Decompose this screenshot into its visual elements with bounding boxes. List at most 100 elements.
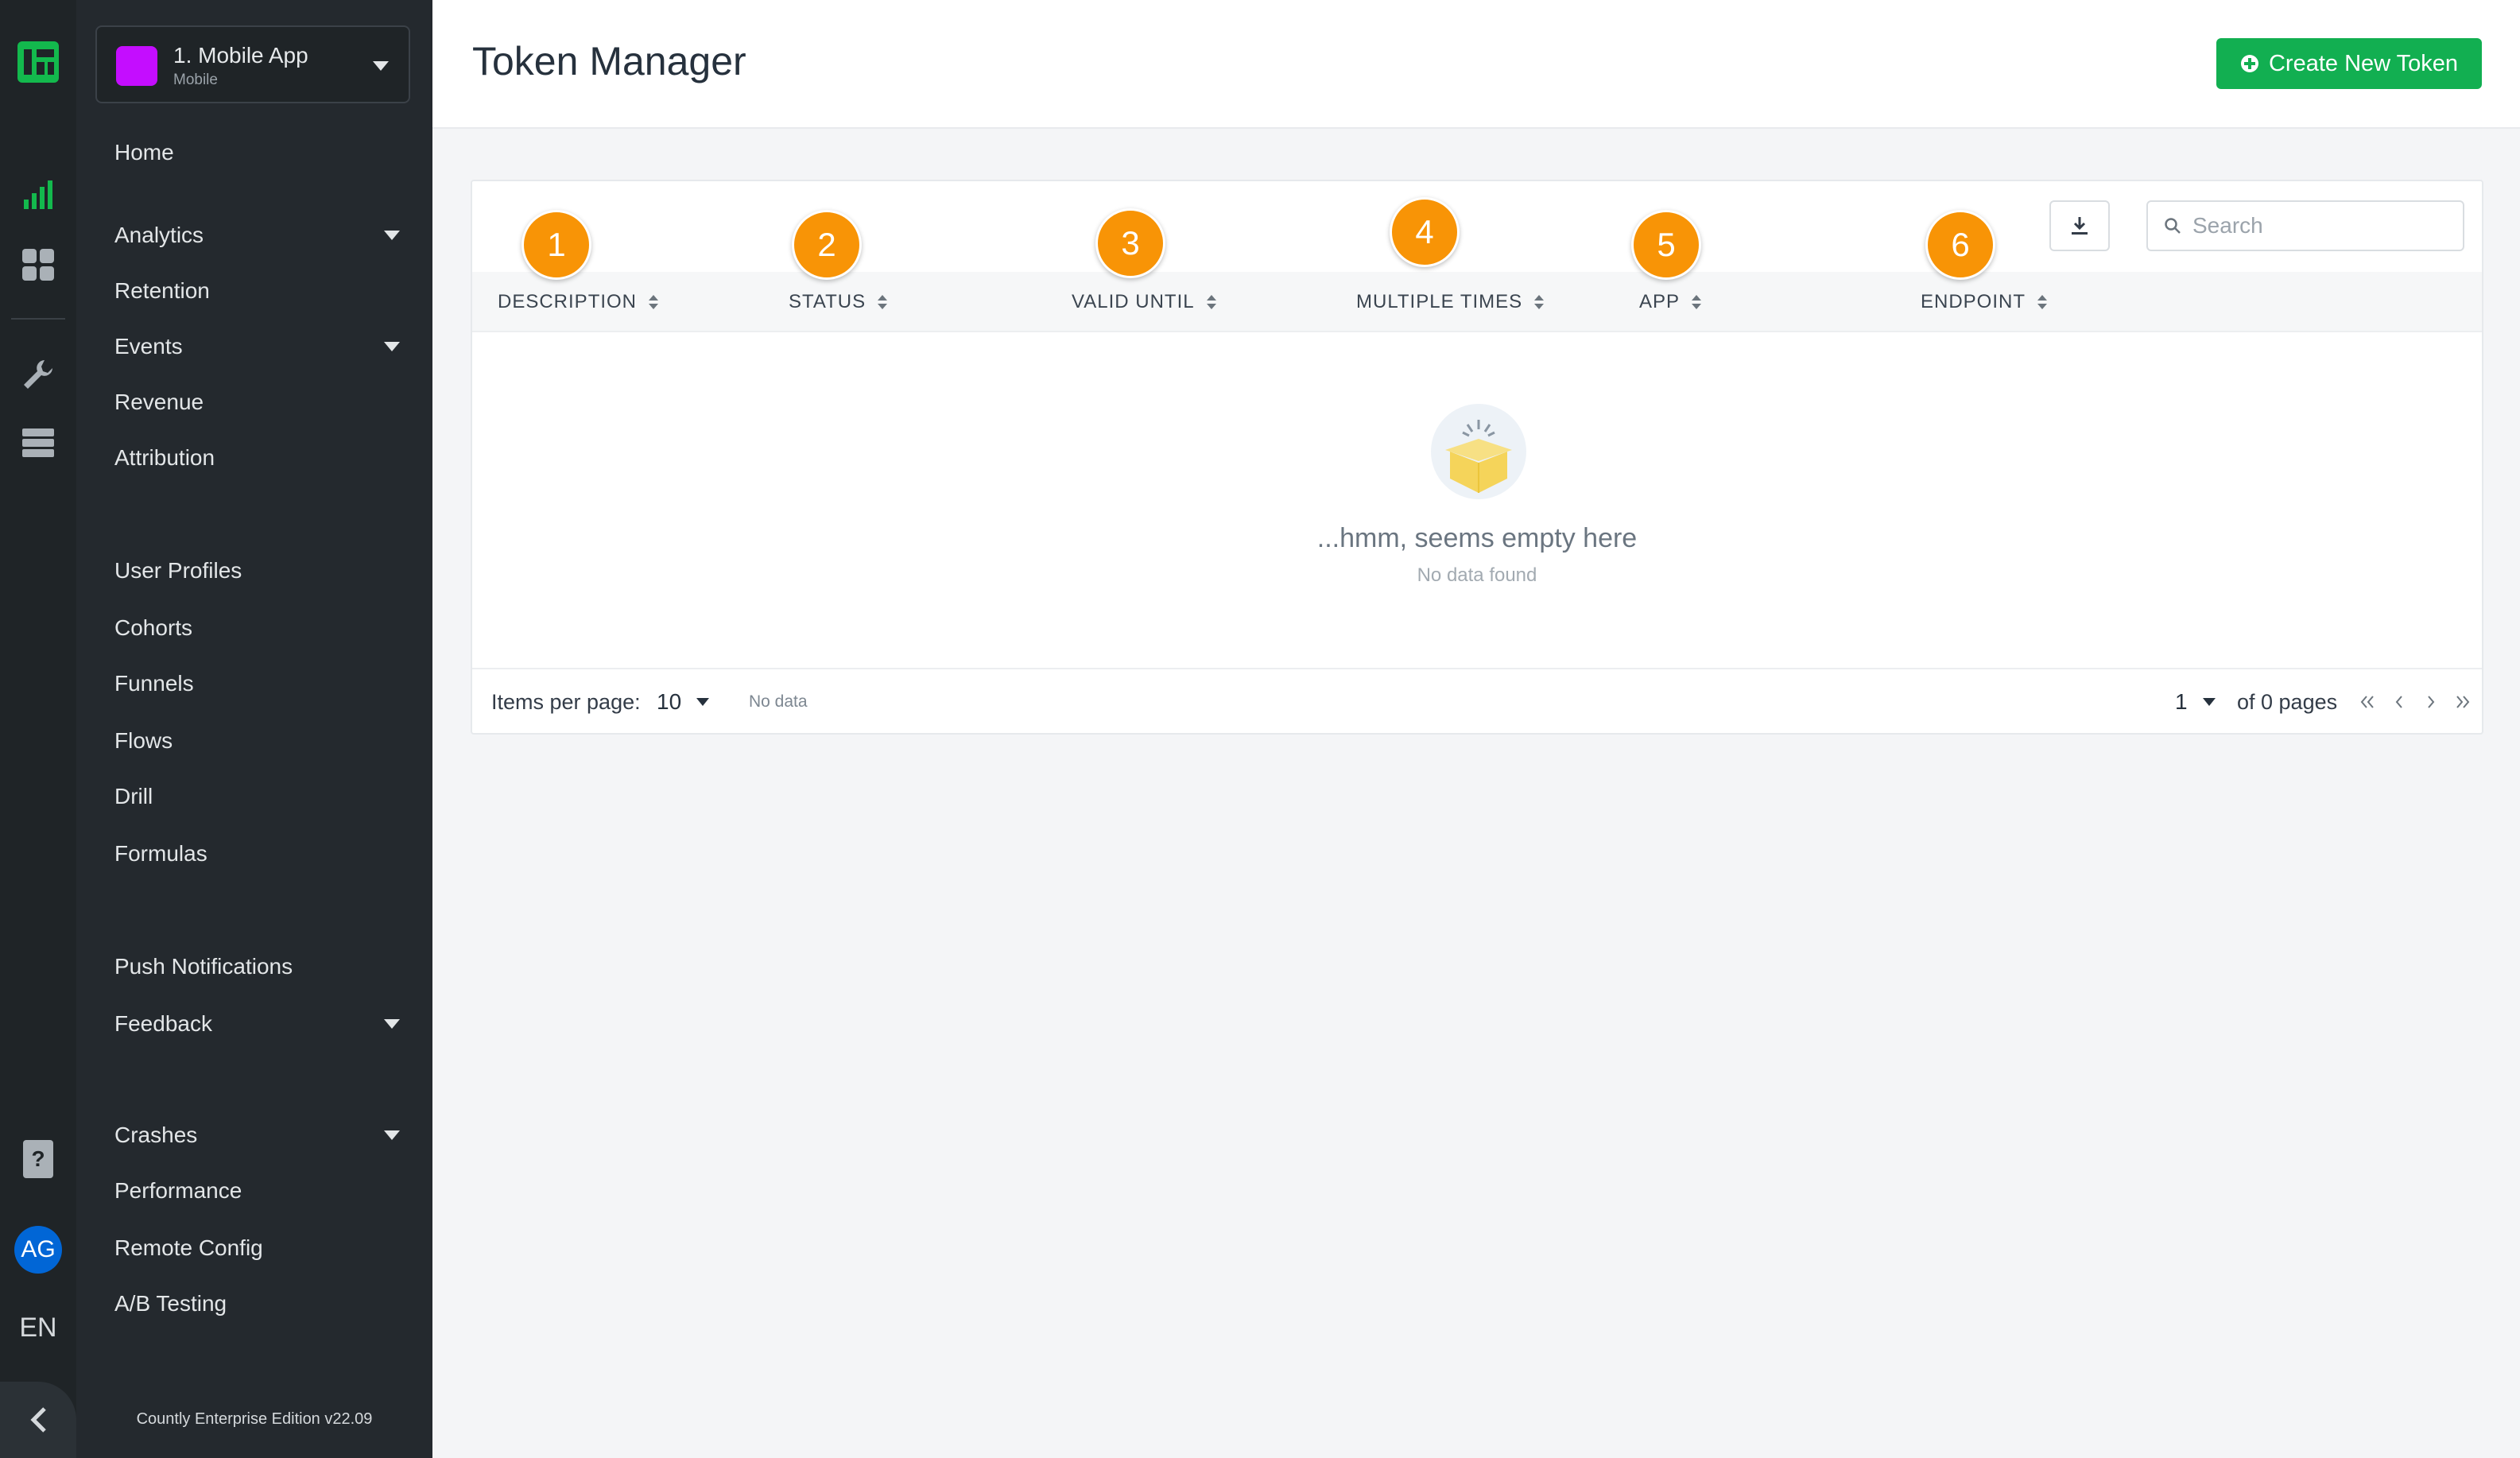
column-number-badge: 1	[521, 210, 591, 280]
sidebar-item-revenue[interactable]: Revenue	[114, 383, 401, 421]
page-value: 1	[2175, 689, 2188, 714]
chevron-left-icon	[30, 1407, 46, 1433]
column-header-label: VALID UNTIL	[1072, 291, 1195, 312]
caret-down-icon	[384, 342, 400, 351]
last-page-button[interactable]	[2452, 691, 2474, 713]
column-header-endpoint[interactable]: ENDPOINT	[1921, 272, 2048, 332]
column-header-label: MULTIPLE TIMES	[1356, 291, 1523, 312]
user-avatar[interactable]: AG	[14, 1226, 62, 1274]
column-header-label: DESCRIPTION	[498, 291, 638, 312]
column-header-multiple-times[interactable]: MULTIPLE TIMES	[1356, 272, 1545, 332]
caret-down-icon	[384, 1019, 400, 1029]
sidebar-item-label: Crashes	[114, 1123, 198, 1147]
sidebar-item-performance[interactable]: Performance	[114, 1172, 401, 1210]
analytics-chart-icon[interactable]	[0, 175, 76, 215]
sidebar-item-label: User Profiles	[114, 558, 242, 583]
sidebar-item-drill[interactable]: Drill	[114, 777, 401, 816]
sidebar-item-flows[interactable]: Flows	[114, 722, 401, 760]
download-button[interactable]	[2049, 200, 2110, 251]
plus-circle-icon	[2240, 55, 2258, 72]
pager-controls	[2356, 691, 2474, 713]
app-selector[interactable]: 1. Mobile App Mobile	[95, 25, 410, 103]
sidebar-item-label: Drill	[114, 784, 153, 808]
caret-down-icon	[696, 698, 710, 706]
column-header-status[interactable]: STATUS	[789, 272, 888, 332]
caret-down-icon	[384, 231, 400, 240]
page-select[interactable]: 1	[2175, 689, 2216, 715]
sidebar-item-label: Attribution	[114, 445, 215, 470]
sidebar-item-analytics[interactable]: Analytics	[114, 216, 401, 254]
sidebar-item-home[interactable]: Home	[114, 134, 401, 172]
sidebar-item-label: A/B Testing	[114, 1291, 227, 1316]
database-icon[interactable]	[0, 421, 76, 464]
download-icon	[2072, 217, 2088, 235]
create-new-token-label: Create New Token	[2268, 50, 2459, 76]
column-header-label: ENDPOINT	[1921, 291, 2026, 312]
column-header-valid-until[interactable]: VALID UNTIL	[1072, 272, 1217, 332]
sidebar-item-a-b-testing[interactable]: A/B Testing	[114, 1285, 401, 1323]
table-toolbar	[472, 181, 2482, 272]
sort-icon	[2037, 295, 2048, 309]
column-number-badge: 5	[1631, 210, 1701, 280]
sort-icon	[1206, 295, 1216, 309]
chevron-right-icon	[2428, 696, 2435, 708]
sidebar-item-feedback[interactable]: Feedback	[114, 1005, 401, 1043]
sidebar: 1. Mobile App Mobile Home Analytics Retent…	[76, 0, 432, 1458]
sidebar-item-label: Retention	[114, 278, 210, 303]
empty-box-icon	[1431, 404, 1526, 499]
column-header-description[interactable]: DESCRIPTION	[498, 272, 659, 332]
double-chevron-right-icon	[2456, 696, 2470, 708]
sidebar-item-label: Analytics	[114, 223, 204, 247]
sort-icon	[878, 295, 888, 309]
page-header: Token Manager Create New Token	[432, 0, 2520, 129]
sidebar-item-label: Performance	[114, 1178, 242, 1203]
app-color-swatch	[116, 46, 157, 86]
sort-icon	[1534, 295, 1545, 309]
sidebar-item-label: Home	[114, 140, 174, 165]
next-page-button[interactable]	[2420, 691, 2442, 713]
column-number-badge: 6	[1925, 210, 1995, 280]
search-input[interactable]	[2192, 213, 2447, 238]
sidebar-item-label: Push Notifications	[114, 954, 293, 979]
sidebar-item-crashes[interactable]: Crashes	[114, 1116, 401, 1154]
collapse-sidebar-button[interactable]	[0, 1382, 76, 1458]
sidebar-item-formulas[interactable]: Formulas	[114, 835, 401, 873]
sidebar-item-remote-config[interactable]: Remote Config	[114, 1229, 401, 1267]
search-icon	[2165, 218, 2181, 234]
sidebar-item-label: Revenue	[114, 390, 204, 414]
items-per-page-label: Items per page:	[491, 689, 641, 714]
total-pages-label: of 0 pages	[2237, 689, 2338, 714]
sort-icon	[1692, 295, 1702, 309]
items-per-page-value: 10	[657, 689, 682, 714]
version-label: Countly Enterprise Edition v22.09	[136, 1410, 373, 1428]
items-per-page-select[interactable]: 10	[657, 689, 710, 715]
caret-down-icon	[2202, 698, 2216, 706]
countly-logo-icon[interactable]	[0, 37, 76, 87]
sidebar-item-funnels[interactable]: Funnels	[114, 665, 401, 703]
column-header-app[interactable]: APP	[1639, 272, 1702, 332]
sidebar-item-user-profiles[interactable]: User Profiles	[114, 552, 401, 590]
sidebar-item-push-notifications[interactable]: Push Notifications	[114, 948, 401, 986]
dashboard-grid-icon[interactable]	[0, 243, 76, 286]
table-header: DESCRIPTION STATUS VALID UNTIL MULTIPLE TIM…	[472, 272, 2482, 332]
wrench-icon[interactable]	[0, 353, 76, 396]
help-document-icon[interactable]: ?	[0, 1137, 76, 1181]
no-data-label: No data	[749, 692, 808, 711]
token-table: DESCRIPTION STATUS VALID UNTIL MULTIPLE TIM…	[471, 180, 2483, 735]
sidebar-item-cohorts[interactable]: Cohorts	[114, 609, 401, 647]
previous-page-button[interactable]	[2388, 691, 2410, 713]
column-number-badge: 4	[1390, 197, 1460, 267]
create-new-token-button[interactable]: Create New Token	[2216, 38, 2482, 89]
sidebar-item-attribution[interactable]: Attribution	[114, 439, 401, 477]
sidebar-item-events[interactable]: Events	[114, 328, 401, 366]
sidebar-item-retention[interactable]: Retention	[114, 272, 401, 310]
caret-down-icon	[384, 1130, 400, 1140]
pagination-bar: Items per page: 10 No data 1 of 0 pages	[472, 668, 2482, 735]
language-selector[interactable]: EN	[19, 1313, 56, 1344]
sidebar-item-label: Flows	[114, 728, 173, 753]
sidebar-item-label: Events	[114, 334, 183, 359]
rail-divider	[11, 318, 65, 320]
sidebar-item-label: Feedback	[114, 1011, 212, 1036]
first-page-button[interactable]	[2356, 691, 2378, 713]
column-header-label: STATUS	[789, 291, 866, 312]
